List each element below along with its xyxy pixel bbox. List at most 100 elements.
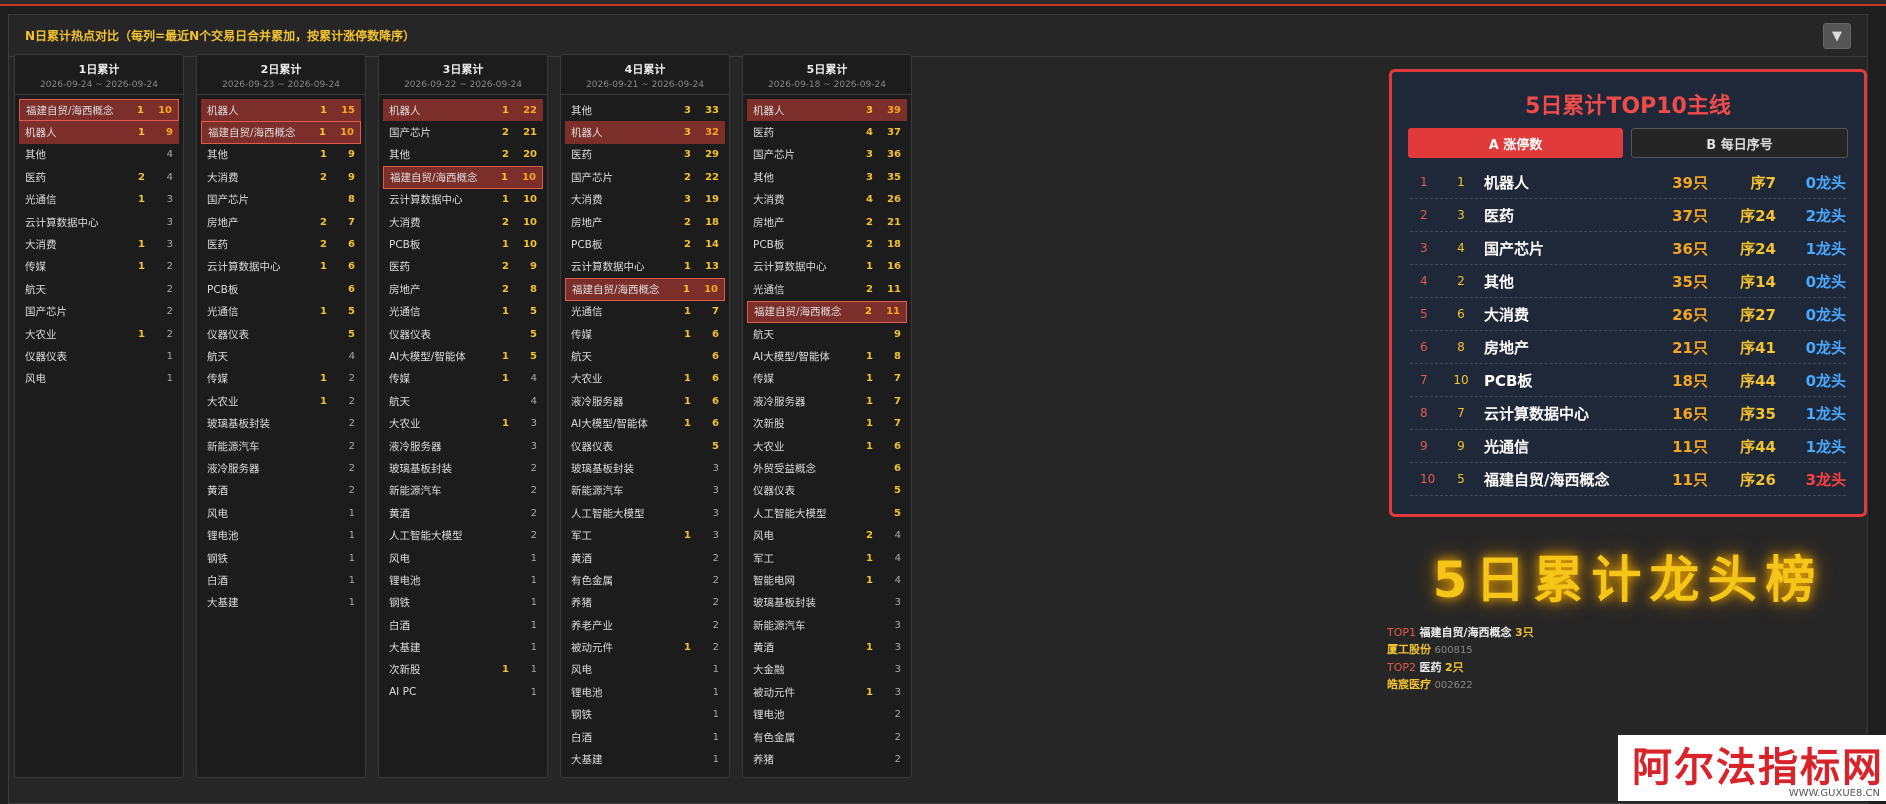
sector-row[interactable]: 传媒 1 6: [565, 323, 725, 345]
sector-row[interactable]: 光通信 2 11: [747, 278, 907, 300]
sector-row[interactable]: 被动元件 1 2: [565, 636, 725, 658]
sector-row[interactable]: 其他 1 9: [201, 144, 361, 166]
sector-row[interactable]: 钢铁 1: [565, 704, 725, 726]
sector-row[interactable]: 航天 9: [747, 323, 907, 345]
top10-row[interactable]: 9 9 光通信 11只 序44 1龙头: [1410, 430, 1846, 463]
sector-row[interactable]: 黄酒 2: [565, 547, 725, 569]
tab-daily-order[interactable]: B 每日序号: [1631, 128, 1848, 158]
sector-row[interactable]: 光通信 1 5: [383, 301, 543, 323]
sector-row[interactable]: 福建自贸/海西概念 1 10: [565, 278, 725, 301]
sector-row[interactable]: 机器人 3 32: [565, 121, 725, 144]
sector-row[interactable]: 大消费 2 9: [201, 166, 361, 188]
sector-row[interactable]: 医药 2 4: [19, 166, 179, 188]
sector-row[interactable]: 航天 2: [19, 278, 179, 300]
sector-row[interactable]: 国产芯片 2 22: [565, 166, 725, 188]
leader-stock-line[interactable]: 厦工股份 600815: [1387, 641, 1534, 659]
sector-row[interactable]: 被动元件 1 3: [747, 681, 907, 703]
sector-row[interactable]: PCB板 6: [201, 278, 361, 300]
sector-row[interactable]: 新能源汽车 2: [383, 480, 543, 502]
sector-row[interactable]: 房地产 2 7: [201, 211, 361, 233]
sector-row[interactable]: 房地产 2 8: [383, 278, 543, 300]
sector-row[interactable]: 玻璃基板封装 3: [565, 457, 725, 479]
sector-row[interactable]: 福建自贸/海西概念 1 10: [19, 99, 179, 122]
sector-row[interactable]: 云计算数据中心 1 13: [565, 256, 725, 278]
sector-row[interactable]: 风电 1: [383, 547, 543, 569]
sector-row[interactable]: 养猪 2: [747, 748, 907, 770]
sector-row[interactable]: 大农业 1 2: [19, 323, 179, 345]
sector-row[interactable]: 黄酒 1 3: [747, 636, 907, 658]
sector-row[interactable]: 玻璃基板封装 3: [747, 592, 907, 614]
sector-row[interactable]: 智能电网 1 4: [747, 569, 907, 591]
sector-row[interactable]: 其他 3 35: [747, 166, 907, 188]
tab-limit-up-count[interactable]: A 涨停数: [1408, 128, 1623, 158]
sector-row[interactable]: 机器人 1 22: [383, 99, 543, 122]
sector-row[interactable]: 大基建 1: [565, 748, 725, 770]
sector-row[interactable]: 白酒 1: [383, 614, 543, 636]
sector-row[interactable]: 大农业 1 6: [747, 435, 907, 457]
sector-row[interactable]: 仪器仪表 5: [383, 323, 543, 345]
sector-row[interactable]: 云计算数据中心 1 16: [747, 256, 907, 278]
sector-row[interactable]: 大基建 1: [201, 592, 361, 614]
sector-row[interactable]: 大消费 1 3: [19, 233, 179, 255]
sector-row[interactable]: AI大模型/智能体 1 8: [747, 345, 907, 367]
sector-row[interactable]: 国产芯片 2: [19, 301, 179, 323]
sector-row[interactable]: 传媒 1 7: [747, 368, 907, 390]
sector-row[interactable]: 大农业 1 6: [565, 368, 725, 390]
sector-row[interactable]: 黄酒 2: [201, 480, 361, 502]
sector-row[interactable]: 人工智能大模型 3: [565, 502, 725, 524]
sector-row[interactable]: 国产芯片 2 21: [383, 121, 543, 143]
sector-row[interactable]: 玻璃基板封装 2: [201, 412, 361, 434]
sector-row[interactable]: 钢铁 1: [201, 547, 361, 569]
sector-row[interactable]: 新能源汽车 2: [201, 435, 361, 457]
sector-row[interactable]: 液冷服务器 1 6: [565, 390, 725, 412]
top10-row[interactable]: 7 10 PCB板 18只 序44 0龙头: [1410, 364, 1846, 397]
sector-row[interactable]: 锂电池 1: [565, 681, 725, 703]
sector-row[interactable]: 传媒 1 2: [19, 256, 179, 278]
sector-row[interactable]: 白酒 1: [201, 569, 361, 591]
sector-row[interactable]: 其他 2 20: [383, 144, 543, 166]
sector-row[interactable]: 液冷服务器 2: [201, 457, 361, 479]
sector-row[interactable]: 新能源汽车 3: [565, 480, 725, 502]
sector-row[interactable]: 云计算数据中心 1 10: [383, 189, 543, 211]
sector-row[interactable]: 玻璃基板封装 2: [383, 457, 543, 479]
sector-row[interactable]: 机器人 3 39: [747, 99, 907, 122]
sector-row[interactable]: AI PC 1: [383, 681, 543, 703]
sector-row[interactable]: AI大模型/智能体 1 6: [565, 412, 725, 434]
sector-row[interactable]: 其他 3 33: [565, 99, 725, 121]
sector-row[interactable]: 医药 2 6: [201, 233, 361, 255]
sector-row[interactable]: PCB板 2 14: [565, 233, 725, 255]
sector-row[interactable]: 人工智能大模型 2: [383, 524, 543, 546]
sector-row[interactable]: 航天 6: [565, 345, 725, 367]
sector-row[interactable]: 云计算数据中心 3: [19, 211, 179, 233]
sector-row[interactable]: 大消费 4 26: [747, 189, 907, 211]
sector-row[interactable]: 军工 1 3: [565, 524, 725, 546]
sector-row[interactable]: 锂电池 1: [383, 569, 543, 591]
sector-row[interactable]: 养老产业 2: [565, 614, 725, 636]
collapse-button[interactable]: ▼: [1823, 23, 1851, 49]
top10-row[interactable]: 8 7 云计算数据中心 16只 序35 1龙头: [1410, 397, 1846, 430]
sector-row[interactable]: 风电 1: [19, 368, 179, 390]
sector-row[interactable]: 国产芯片 3 36: [747, 144, 907, 166]
sector-row[interactable]: 仪器仪表 5: [747, 480, 907, 502]
sector-row[interactable]: 传媒 1 4: [383, 368, 543, 390]
top10-row[interactable]: 2 3 医药 37只 序24 2龙头: [1410, 199, 1846, 232]
sector-row[interactable]: 军工 1 4: [747, 547, 907, 569]
top10-row[interactable]: 5 6 大消费 26只 序27 0龙头: [1410, 298, 1846, 331]
sector-row[interactable]: 风电 1: [565, 659, 725, 681]
sector-row[interactable]: 液冷服务器 3: [383, 435, 543, 457]
sector-row[interactable]: 机器人 1 15: [201, 99, 361, 122]
sector-row[interactable]: 机器人 1 9: [19, 121, 179, 144]
sector-row[interactable]: 大消费 3 19: [565, 189, 725, 211]
sector-row[interactable]: 福建自贸/海西概念 1 10: [383, 166, 543, 189]
sector-row[interactable]: PCB板 1 10: [383, 233, 543, 255]
sector-row[interactable]: 人工智能大模型 5: [747, 502, 907, 524]
sector-row[interactable]: 大金融 3: [747, 659, 907, 681]
sector-row[interactable]: 有色金属 2: [747, 726, 907, 748]
sector-row[interactable]: 养猪 2: [565, 592, 725, 614]
sector-row[interactable]: 房地产 2 21: [747, 211, 907, 233]
sector-row[interactable]: 大农业 1 3: [383, 412, 543, 434]
sector-row[interactable]: 医药 4 37: [747, 121, 907, 143]
sector-row[interactable]: 传媒 1 2: [201, 368, 361, 390]
sector-row[interactable]: 医药 3 29: [565, 144, 725, 166]
sector-row[interactable]: 风电 2 4: [747, 524, 907, 546]
